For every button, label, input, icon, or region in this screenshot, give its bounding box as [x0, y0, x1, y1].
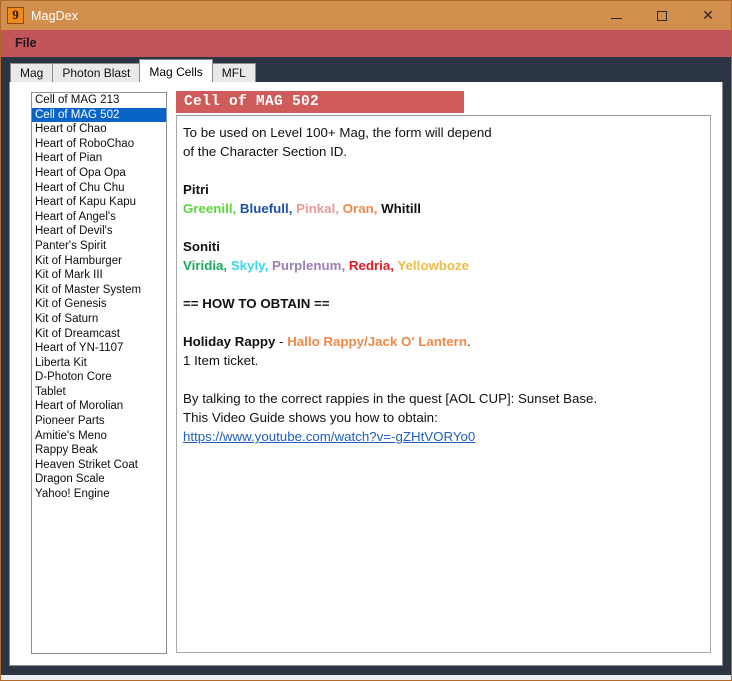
maximize-icon [657, 10, 667, 21]
tab-mag-cells[interactable]: Mag Cells [139, 59, 213, 82]
obtain-cost: 1 Item ticket. [183, 353, 259, 368]
list-item[interactable]: Dragon Scale [32, 472, 166, 487]
list-item[interactable]: Cell of MAG 213 [32, 93, 166, 108]
list-item[interactable]: Cell of MAG 502 [32, 107, 166, 123]
tab-strip-area: Mag Photon Blast Mag Cells MFL [1, 57, 731, 82]
list-item[interactable]: Heart of Devil's [32, 224, 166, 239]
window-title: MagDex [31, 8, 79, 23]
quest-line-1: By talking to the correct rappies in the… [183, 391, 598, 406]
section-id-pinkal: Pinkal [296, 201, 336, 216]
tab-mfl[interactable]: MFL [211, 63, 256, 82]
soniti-section-ids: Viridia, Skyly, Purplenum, Redria, Yello… [183, 256, 704, 275]
list-item[interactable]: Heart of Angel's [32, 210, 166, 225]
menu-bar: File [1, 30, 731, 57]
list-item[interactable]: Heart of Kapu Kapu [32, 195, 166, 210]
section-id-oran: Oran [342, 201, 374, 216]
obtain-source-label: Holiday Rappy [183, 334, 276, 349]
list-item[interactable]: Panter's Spirit [32, 239, 166, 254]
list-item[interactable]: Heart of Pian [32, 151, 166, 166]
list-item[interactable]: Kit of Master System [32, 283, 166, 298]
separator: , [288, 201, 293, 216]
list-item[interactable]: Kit of Hamburger [32, 254, 166, 269]
section-id-greenill: Greenill [183, 201, 233, 216]
tab-photon-blast[interactable]: Photon Blast [52, 63, 141, 82]
mag-cell-list[interactable]: Cell of MAG 213 Cell of MAG 502 Heart of C… [31, 92, 167, 654]
obtain-period: . [466, 334, 471, 349]
quest-line-2: This Video Guide shows you how to obtain… [183, 410, 438, 425]
minimize-button[interactable] [593, 1, 639, 30]
section-id-skyly: Skyly [230, 258, 265, 273]
tab-strip: Mag Photon Blast Mag Cells MFL [10, 59, 731, 82]
intro-line-1: To be used on Level 100+ Mag, the form w… [183, 125, 492, 140]
obtain-dash: - [275, 334, 288, 349]
minimize-icon [610, 18, 622, 19]
maximize-button[interactable] [639, 1, 685, 30]
separator: , [264, 258, 269, 273]
soniti-heading: Soniti [183, 239, 220, 254]
list-item[interactable]: Yahoo! Engine [32, 487, 166, 502]
section-id-viridia: Viridia [183, 258, 224, 273]
video-link-row: https://www.youtube.com/watch?v=-gZHtVOR… [183, 427, 704, 446]
video-guide-link[interactable]: https://www.youtube.com/watch?v=-gZHtVOR… [183, 429, 475, 444]
separator: , [335, 201, 339, 216]
list-item[interactable]: Heaven Striket Coat [32, 458, 166, 473]
list-item[interactable]: Heart of Chu Chu [32, 181, 166, 196]
pitri-section-ids: Greenill, Bluefull, Pinkal, Oran, Whitil… [183, 199, 704, 218]
list-item[interactable]: Tablet [32, 385, 166, 400]
section-id-bluefull: Bluefull [239, 201, 289, 216]
list-item[interactable]: Heart of Morolian [32, 399, 166, 414]
list-item[interactable]: Heart of RoboChao [32, 137, 166, 152]
menu-item-file[interactable]: File [7, 30, 45, 57]
separator: , [390, 258, 394, 273]
detail-description: To be used on Level 100+ Mag, the form w… [176, 115, 711, 653]
list-item[interactable]: D-Photon Core [32, 370, 166, 385]
pitri-heading: Pitri [183, 182, 209, 197]
tab-container: Mag Photon Blast Mag Cells MFL Cell of M… [1, 57, 731, 675]
tab-page-mag-cells: Cell of MAG 213 Cell of MAG 502 Heart of C… [9, 82, 723, 666]
detail-title: Cell of MAG 502 [176, 91, 464, 113]
list-item[interactable]: Kit of Dreamcast [32, 327, 166, 342]
obtain-enemy-name: Hallo Rappy/Jack O' Lantern [287, 334, 467, 349]
intro-line-2: of the Character Section ID. [183, 144, 348, 159]
section-id-redria: Redria [348, 258, 391, 273]
title-bar: 9 MagDex ✕ [1, 1, 731, 30]
close-button[interactable]: ✕ [685, 1, 731, 30]
tab-mag[interactable]: Mag [10, 63, 54, 82]
list-item[interactable]: Kit of Genesis [32, 297, 166, 312]
detail-pane: Cell of MAG 502 To be used on Level 100+… [176, 91, 711, 653]
separator: , [341, 258, 346, 273]
list-item[interactable]: Pioneer Parts [32, 414, 166, 429]
section-id-whitill: Whitill [381, 201, 422, 216]
how-to-obtain-heading: == HOW TO OBTAIN == [183, 296, 330, 311]
window-controls: ✕ [593, 1, 731, 30]
list-item[interactable]: Kit of Saturn [32, 312, 166, 327]
list-item[interactable]: Kit of Mark III [32, 268, 166, 283]
list-item[interactable]: Heart of Chao [32, 122, 166, 137]
close-icon: ✕ [702, 7, 714, 24]
app-window: 9 MagDex ✕ File Mag Photon Blast Mag Cel… [0, 0, 732, 681]
section-id-yellowboze: Yellowboze [397, 258, 470, 273]
obtain-source-line: Holiday Rappy - Hallo Rappy/Jack O' Lant… [183, 332, 704, 351]
list-item[interactable]: Amitie's Meno [32, 429, 166, 444]
list-item[interactable]: Liberta Kit [32, 356, 166, 371]
app-logo-icon: 9 [7, 7, 24, 24]
list-item[interactable]: Rappy Beak [32, 443, 166, 458]
list-item[interactable]: Heart of YN-1107 [32, 341, 166, 356]
separator: , [373, 201, 378, 216]
section-id-purplenum: Purplenum [271, 258, 342, 273]
separator: , [232, 201, 237, 216]
list-item[interactable]: Heart of Opa Opa [32, 166, 166, 181]
app-logo-glyph: 9 [12, 7, 19, 22]
separator: , [223, 258, 228, 273]
